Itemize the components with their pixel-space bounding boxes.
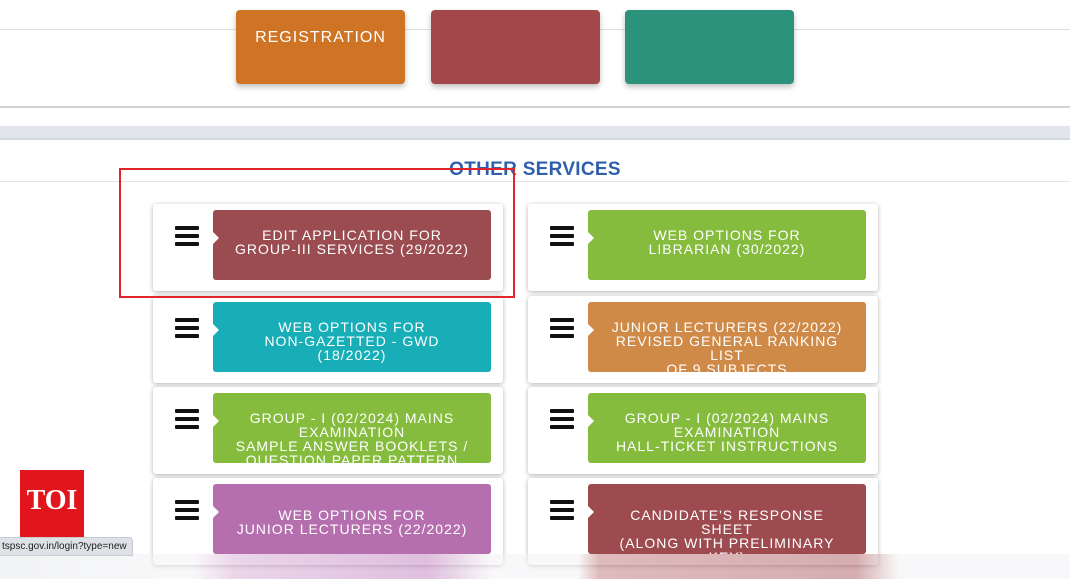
- registration-label: REGISTRATION: [255, 29, 386, 46]
- bottom-fade-overlay: [0, 554, 1070, 579]
- highlight-annotation-box: [119, 168, 515, 298]
- service-card-label: JUNIOR LECTURERS (22/2022) REVISED GENER…: [588, 302, 866, 372]
- service-card-label: WEB OPTIONS FOR NON-GAZETTED - GWD (18/2…: [213, 302, 491, 372]
- header-bottom-divider: [0, 106, 1070, 108]
- service-card-web-options-junior-lecturers[interactable]: WEB OPTIONS FOR JUNIOR LECTURERS (22/202…: [153, 478, 503, 565]
- status-bar-url: tspsc.gov.in/login?type=new: [0, 537, 133, 556]
- red-tile[interactable]: [431, 10, 600, 84]
- service-card-label: WEB OPTIONS FOR LIBRARIAN (30/2022): [588, 210, 866, 280]
- menu-icon: [175, 409, 199, 429]
- top-header-area: REGISTRATION: [0, 0, 1070, 108]
- section-band: [0, 126, 1070, 138]
- service-card-junior-lecturers-ranking[interactable]: JUNIOR LECTURERS (22/2022) REVISED GENER…: [528, 296, 878, 383]
- menu-icon: [550, 226, 574, 246]
- service-card-group1-sample-booklets[interactable]: GROUP - I (02/2024) MAINS EXAMINATION SA…: [153, 387, 503, 474]
- service-card-label: GROUP - I (02/2024) MAINS EXAMINATION HA…: [588, 393, 866, 463]
- menu-icon: [175, 318, 199, 338]
- menu-icon: [550, 500, 574, 520]
- menu-icon: [175, 500, 199, 520]
- service-card-label: CANDIDATE'S RESPONSE SHEET (ALONG WITH P…: [588, 484, 866, 554]
- service-card-candidate-response-sheet[interactable]: CANDIDATE'S RESPONSE SHEET (ALONG WITH P…: [528, 478, 878, 565]
- menu-icon: [550, 409, 574, 429]
- service-card-label: GROUP - I (02/2024) MAINS EXAMINATION SA…: [213, 393, 491, 463]
- green-tile[interactable]: [625, 10, 794, 84]
- menu-icon: [550, 318, 574, 338]
- service-card-group1-hall-ticket[interactable]: GROUP - I (02/2024) MAINS EXAMINATION HA…: [528, 387, 878, 474]
- service-card-label: WEB OPTIONS FOR JUNIOR LECTURERS (22/202…: [213, 484, 491, 554]
- service-card-web-options-non-gazetted[interactable]: WEB OPTIONS FOR NON-GAZETTED - GWD (18/2…: [153, 296, 503, 383]
- service-card-web-options-librarian[interactable]: WEB OPTIONS FOR LIBRARIAN (30/2022): [528, 204, 878, 291]
- section-band-divider: [0, 138, 1070, 140]
- toi-logo: TOI: [20, 470, 84, 540]
- registration-tile[interactable]: REGISTRATION: [236, 10, 405, 84]
